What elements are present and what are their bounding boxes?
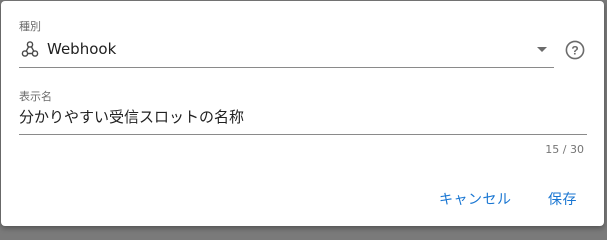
character-counter: 15 / 30 — [545, 143, 584, 156]
type-select-value: Webhook — [47, 40, 117, 58]
help-circle-icon[interactable]: ? — [565, 40, 585, 60]
type-field-label: 種別 — [19, 20, 41, 33]
save-button[interactable]: 保存 — [544, 188, 581, 212]
dropdown-arrow-icon[interactable] — [537, 47, 547, 52]
dialog: 種別 Webhook ? 表示名 分かりやすい受信スロットの名称 15 / 30… — [1, 1, 604, 226]
type-select[interactable]: Webhook — [19, 37, 554, 68]
name-field-label: 表示名 — [19, 90, 52, 103]
cancel-button[interactable]: キャンセル — [435, 188, 516, 212]
svg-text:?: ? — [571, 44, 578, 58]
display-name-input[interactable]: 分かりやすい受信スロットの名称 — [19, 104, 587, 135]
webhook-icon — [21, 40, 39, 58]
display-name-value: 分かりやすい受信スロットの名称 — [19, 108, 245, 126]
